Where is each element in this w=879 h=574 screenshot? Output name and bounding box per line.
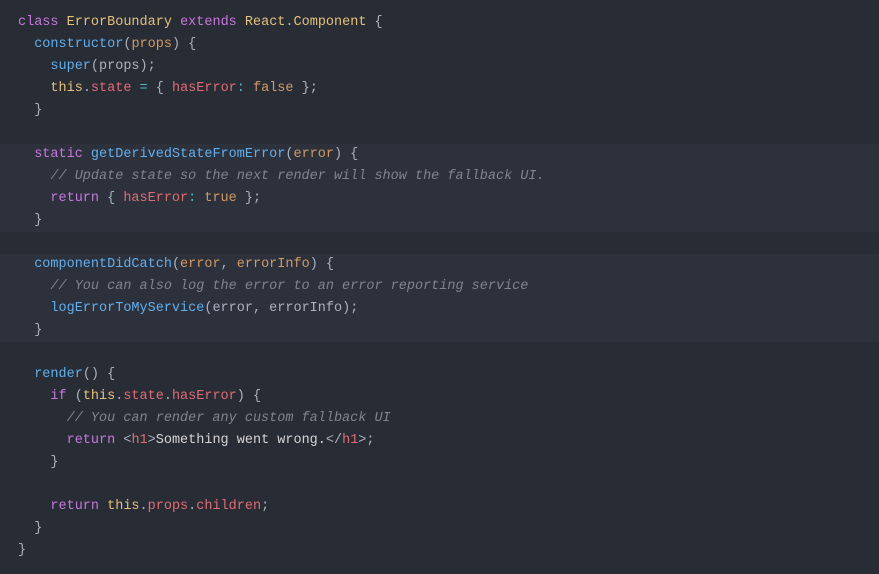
comment: // You can render any custom fallback UI xyxy=(67,411,391,426)
code-line: return this.props.children; xyxy=(0,496,879,518)
keyword-return: return xyxy=(50,191,99,206)
has-error-key: hasError xyxy=(123,191,188,206)
component-did-catch-method: componentDidCatch xyxy=(34,257,172,272)
true-literal: true xyxy=(204,191,236,206)
get-derived-state-method: getDerivedStateFromError xyxy=(91,147,285,162)
code-line: // Update state so the next render will … xyxy=(0,166,879,188)
keyword-extends: extends xyxy=(180,15,237,30)
comment: // You can also log the error to an erro… xyxy=(50,279,528,294)
param-error: error xyxy=(293,147,334,162)
keyword-class: class xyxy=(18,15,59,30)
code-line: super(props); xyxy=(0,56,879,78)
code-line: } xyxy=(0,518,879,540)
keyword-static: static xyxy=(34,147,83,162)
react-namespace: React xyxy=(245,15,286,30)
super-call: super xyxy=(50,59,91,74)
state-prop: state xyxy=(91,81,132,96)
code-line: return <h1>Something went wrong.</h1>; xyxy=(0,430,879,452)
jsx-tag-h1: h1 xyxy=(131,433,147,448)
code-line: // You can render any custom fallback UI xyxy=(0,408,879,430)
code-line xyxy=(0,474,879,496)
param-props: props xyxy=(131,37,172,52)
param-error-info: errorInfo xyxy=(237,257,310,272)
component-class: Component xyxy=(294,15,367,30)
code-line: } xyxy=(0,320,879,342)
code-line: } xyxy=(0,100,879,122)
comment: // Update state so the next render will … xyxy=(50,169,544,184)
keyword-return: return xyxy=(67,433,116,448)
code-line: if (this.state.hasError) { xyxy=(0,386,879,408)
code-line: this.state = { hasError: false }; xyxy=(0,78,879,100)
code-line: return { hasError: true }; xyxy=(0,188,879,210)
code-line xyxy=(0,122,879,144)
this-keyword: this xyxy=(107,499,139,514)
false-literal: false xyxy=(253,81,294,96)
code-line: componentDidCatch(error, errorInfo) { xyxy=(0,254,879,276)
render-method: render xyxy=(34,367,83,382)
code-line: } xyxy=(0,452,879,474)
code-block: class ErrorBoundary extends React.Compon… xyxy=(0,0,879,574)
arg-error: error xyxy=(212,301,253,316)
children-prop: children xyxy=(196,499,261,514)
keyword-return: return xyxy=(50,499,99,514)
code-line: } xyxy=(0,210,879,232)
code-line: } xyxy=(0,540,879,562)
jsx-close-tag-h1: h1 xyxy=(342,433,358,448)
code-line: logErrorToMyService(error, errorInfo); xyxy=(0,298,879,320)
has-error-prop: hasError xyxy=(172,389,237,404)
code-line: static getDerivedStateFromError(error) { xyxy=(0,144,879,166)
arg-props: props xyxy=(99,59,140,74)
jsx-text: Something went wrong. xyxy=(156,433,326,448)
code-line: render() { xyxy=(0,364,879,386)
state-prop: state xyxy=(123,389,164,404)
class-name: ErrorBoundary xyxy=(67,15,172,30)
props-prop: props xyxy=(148,499,189,514)
has-error-key: hasError xyxy=(172,81,237,96)
log-error-fn: logErrorToMyService xyxy=(50,301,204,316)
this-keyword: this xyxy=(83,389,115,404)
code-line: class ErrorBoundary extends React.Compon… xyxy=(0,12,879,34)
code-line xyxy=(0,342,879,364)
keyword-if: if xyxy=(50,389,66,404)
code-line xyxy=(0,232,879,254)
param-error: error xyxy=(180,257,221,272)
constructor-method: constructor xyxy=(34,37,123,52)
code-line: // You can also log the error to an erro… xyxy=(0,276,879,298)
arg-error-info: errorInfo xyxy=(269,301,342,316)
code-line: constructor(props) { xyxy=(0,34,879,56)
this-keyword: this xyxy=(50,81,82,96)
